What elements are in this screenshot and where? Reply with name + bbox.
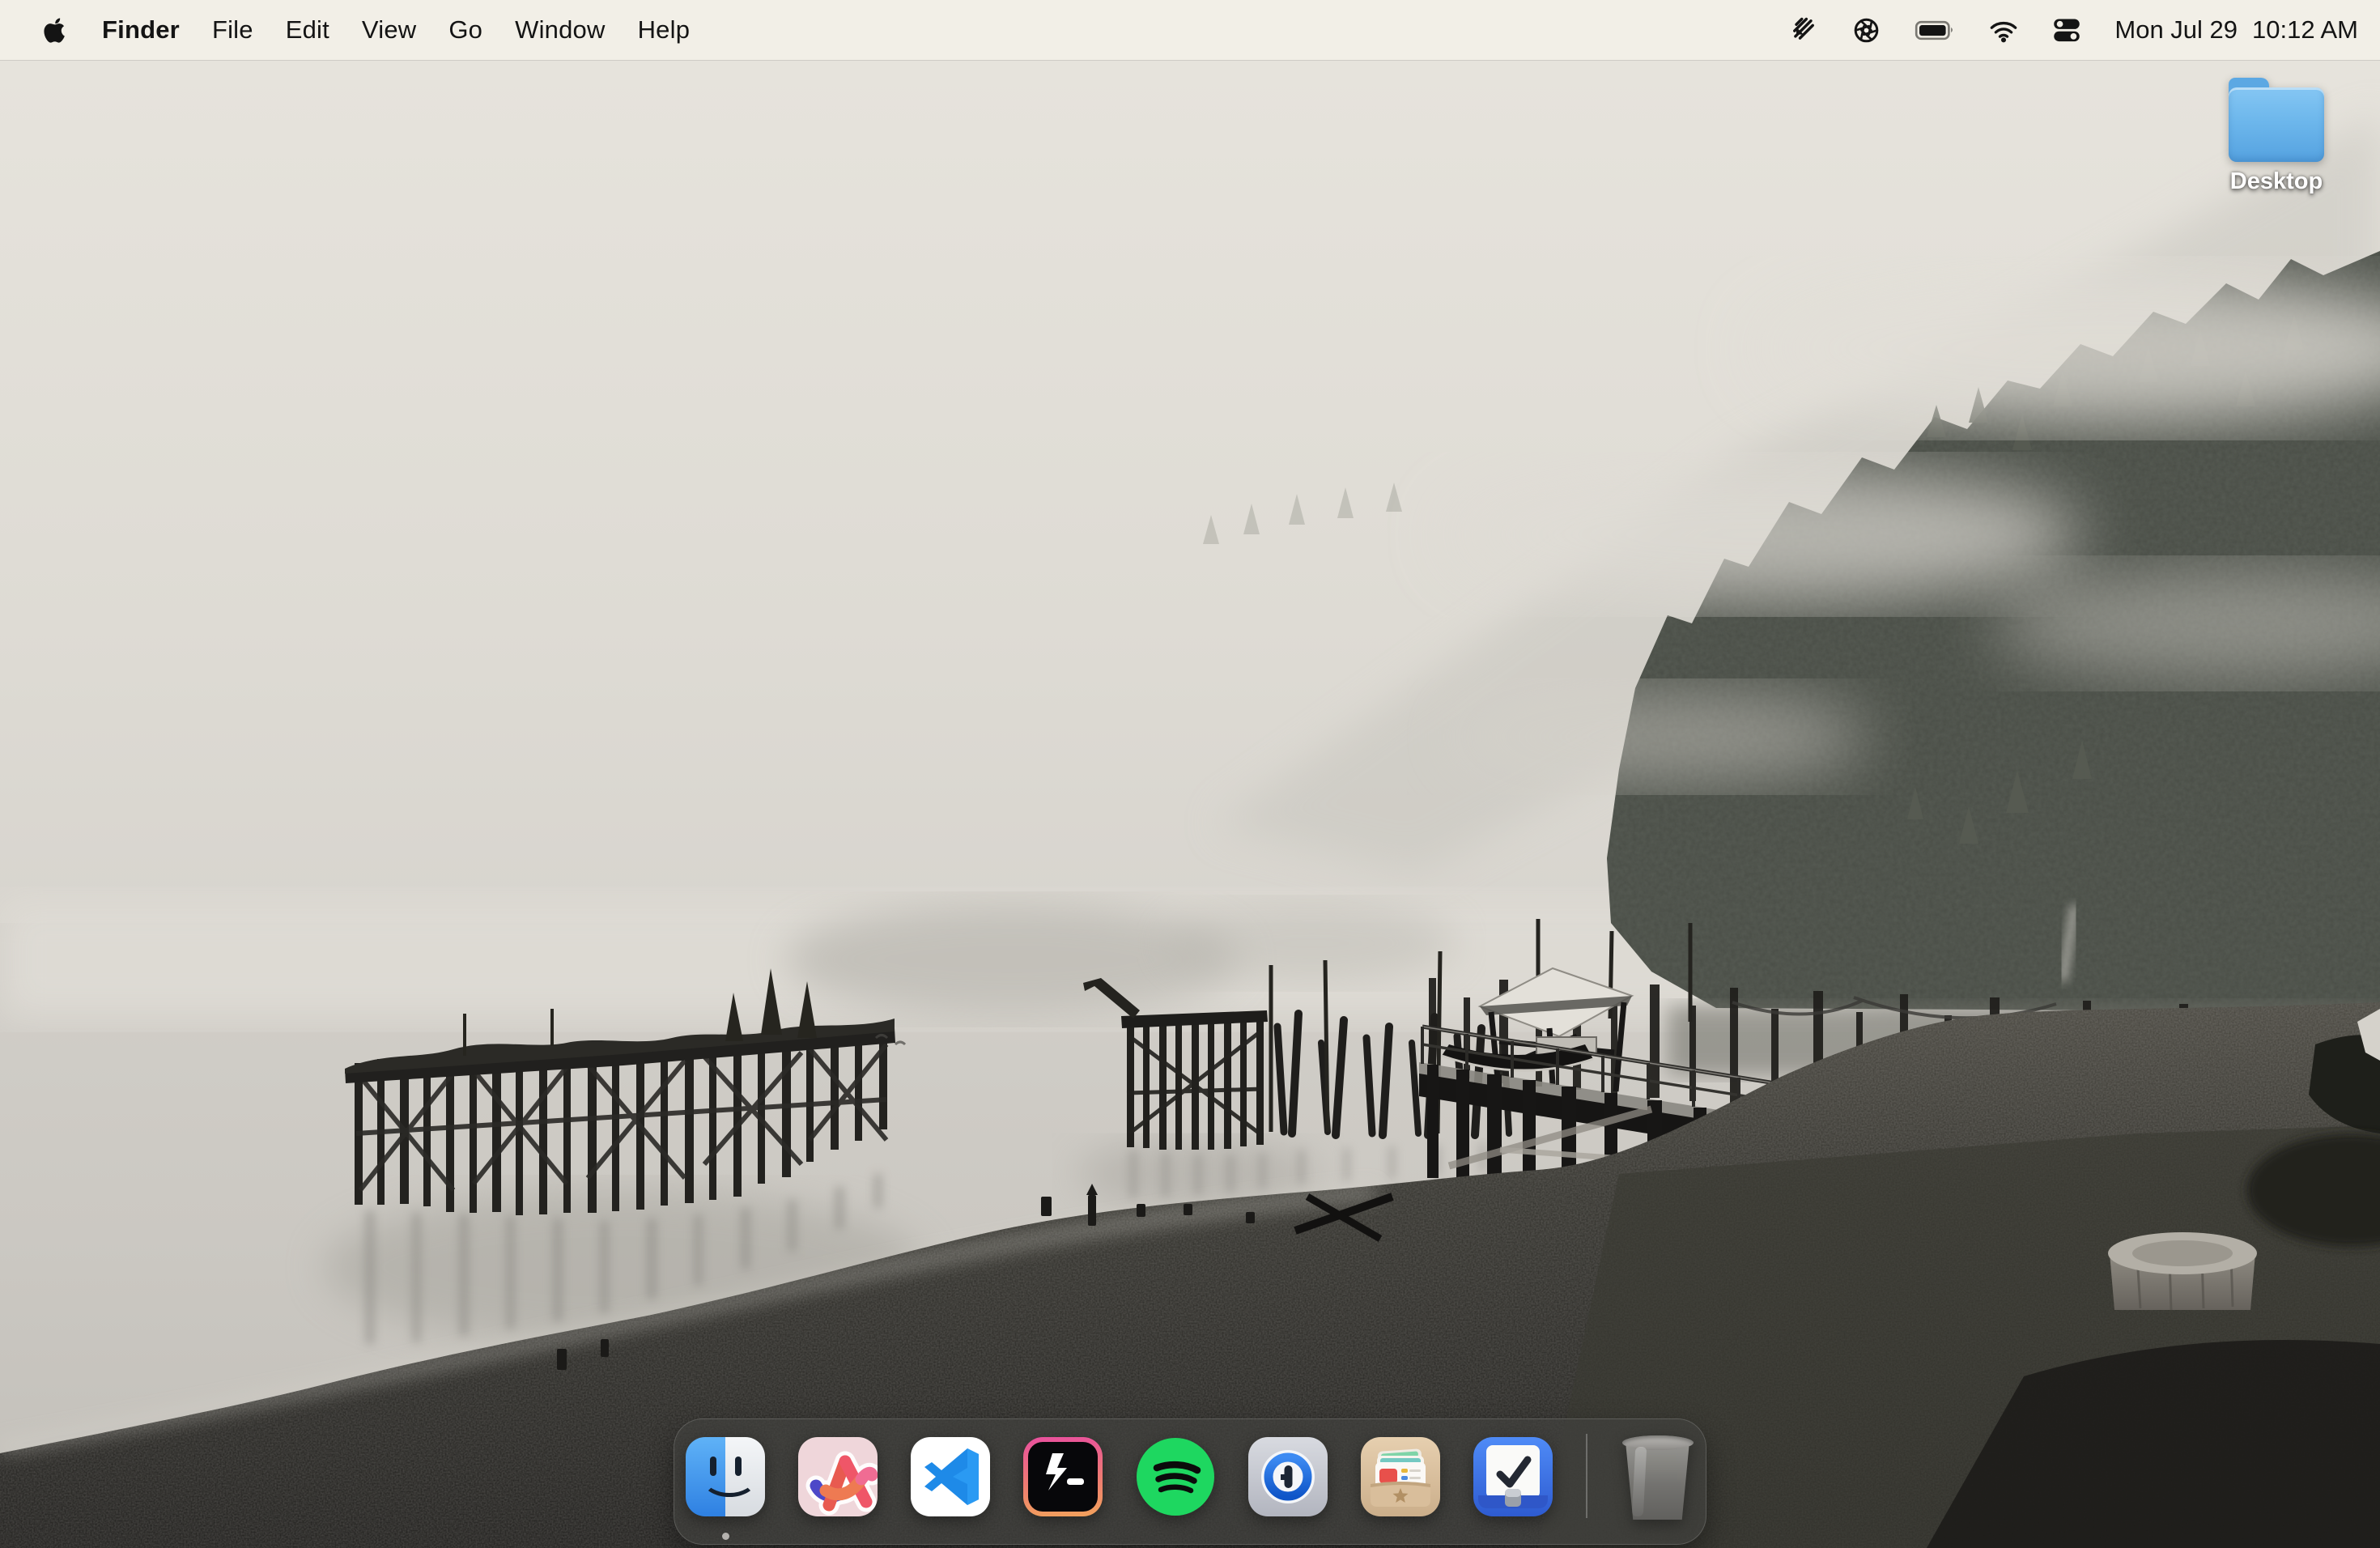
dock-item-spotify[interactable] bbox=[1136, 1437, 1215, 1516]
menu-bar: Finder File Edit View Go Window Help bbox=[0, 0, 2380, 60]
desktop-folder-label: Desktop bbox=[2230, 168, 2323, 195]
menu-finder[interactable]: Finder bbox=[86, 0, 196, 60]
folder-icon bbox=[2227, 78, 2326, 162]
dock-item-finder[interactable] bbox=[686, 1437, 765, 1516]
card-archive-icon bbox=[1361, 1437, 1440, 1516]
dock bbox=[674, 1418, 1706, 1545]
menu-go[interactable]: Go bbox=[432, 0, 499, 60]
apple-menu[interactable] bbox=[26, 0, 86, 60]
arc-logo-icon bbox=[798, 1437, 878, 1516]
menu-view[interactable]: View bbox=[346, 0, 432, 60]
dock-item-arc-browser[interactable] bbox=[798, 1437, 878, 1516]
dock-item-card-archive-app[interactable] bbox=[1361, 1437, 1440, 1516]
desktop-folder[interactable]: Desktop bbox=[2212, 78, 2341, 195]
mute-striped-icon[interactable] bbox=[1789, 0, 1818, 60]
trash-rim bbox=[1622, 1435, 1694, 1450]
finder-running-indicator bbox=[722, 1533, 729, 1540]
finder-smile bbox=[702, 1461, 757, 1497]
dock-item-warp-terminal[interactable] bbox=[1023, 1437, 1103, 1516]
menu-window[interactable]: Window bbox=[499, 0, 621, 60]
menu-file[interactable]: File bbox=[196, 0, 270, 60]
apple-icon bbox=[44, 16, 68, 44]
wallpaper-image bbox=[0, 0, 2380, 1548]
vscode-logo-icon bbox=[911, 1437, 990, 1516]
clock-date: Mon Jul 29 bbox=[2114, 15, 2238, 45]
1password-keyhole-icon bbox=[1248, 1437, 1328, 1516]
dock-separator bbox=[1586, 1434, 1587, 1518]
dock-item-things-tasks[interactable] bbox=[1473, 1437, 1553, 1516]
menu-edit[interactable]: Edit bbox=[270, 0, 346, 60]
wifi-icon[interactable] bbox=[1988, 0, 2019, 60]
aperture-icon[interactable] bbox=[1851, 0, 1881, 60]
things-check-icon bbox=[1473, 1437, 1553, 1516]
control-center-icon[interactable] bbox=[2052, 0, 2081, 60]
clock-time: 10:12 AM bbox=[2252, 15, 2358, 45]
dock-item-1password[interactable] bbox=[1248, 1437, 1328, 1516]
warp-bolt-icon bbox=[1023, 1437, 1103, 1516]
dock-item-trash[interactable] bbox=[1621, 1435, 1695, 1520]
menu-help[interactable]: Help bbox=[622, 0, 707, 60]
spotify-waves-icon bbox=[1136, 1437, 1215, 1516]
dock-item-vscode[interactable] bbox=[911, 1437, 990, 1516]
menu-bar-clock[interactable]: Mon Jul 29 10:12 AM bbox=[2114, 15, 2358, 45]
battery-icon[interactable] bbox=[1915, 0, 1955, 60]
